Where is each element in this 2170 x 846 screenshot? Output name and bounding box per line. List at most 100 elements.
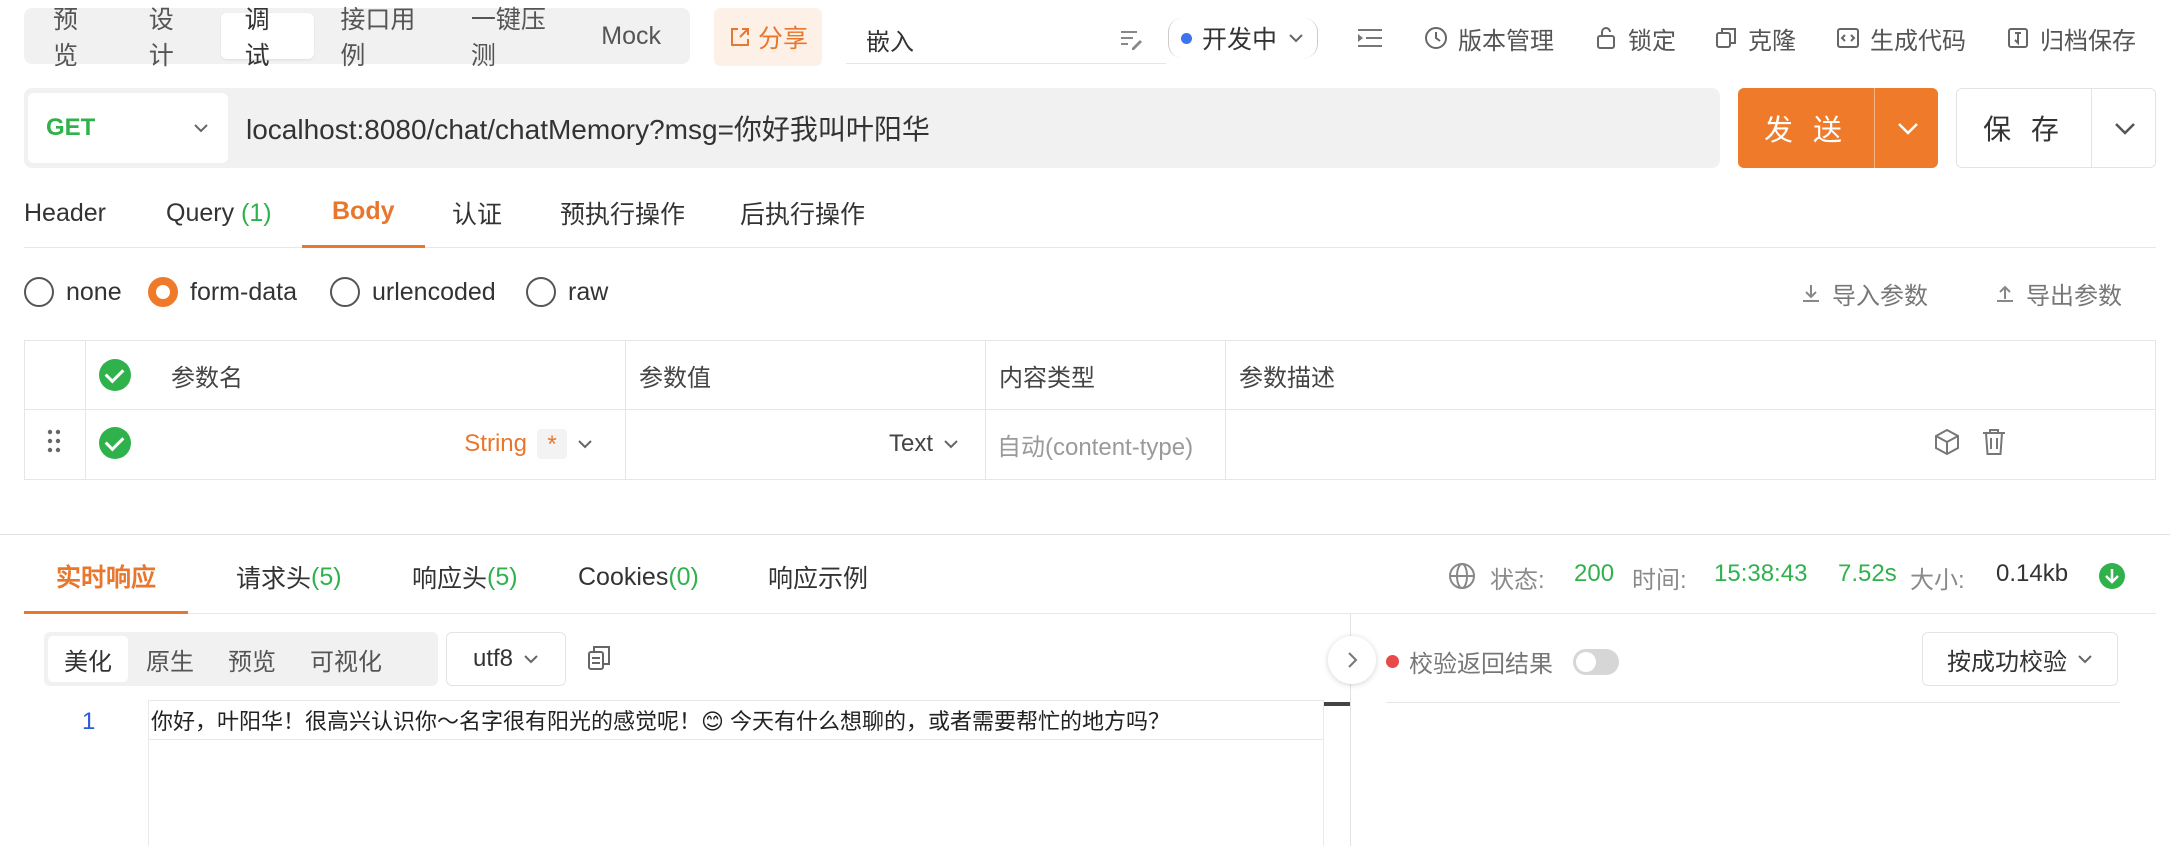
send-dropdown-icon[interactable]	[1895, 115, 1921, 141]
radio-raw-label: raw	[568, 277, 609, 306]
size-label: 大小:	[1910, 567, 1965, 594]
value-type-select[interactable]: Text	[625, 409, 985, 479]
status-code: 200	[1574, 560, 1615, 587]
params-table: 参数名 参数值 内容类型 参数描述 String * Text 自动(conte…	[24, 340, 2156, 480]
response-body-line: 你好，叶阳华！很高兴认识你～名字很有阳光的感觉呢！😊 今天有什么想聊的，或者需要…	[148, 700, 1324, 740]
content-type-input[interactable]: 自动(content-type)	[997, 409, 1193, 479]
response-tabs: 实时响应 请求头 (5) 响应头 (5) Cookies (0) 响应示例	[24, 540, 2156, 614]
value-type-label: Text	[888, 430, 933, 457]
tab-header[interactable]: Header	[24, 178, 106, 248]
tab-test-cases[interactable]: 接口用例	[316, 6, 444, 70]
delete-icon[interactable]	[1981, 427, 2007, 457]
globe-icon[interactable]	[1448, 562, 1476, 590]
radio-none-label: none	[66, 277, 122, 306]
resp-headers-label: 响应头	[412, 565, 488, 593]
tab-query[interactable]: Query (1)	[166, 178, 272, 248]
url-input[interactable]: localhost:8080/chat/chatMemory?msg=你好我叫叶…	[246, 88, 930, 168]
lock-label: 锁定	[1628, 27, 1676, 55]
tab-mock[interactable]: Mock	[577, 13, 685, 59]
validation-divider	[1386, 702, 2120, 703]
response-size: 0.14kb	[1996, 560, 2069, 587]
chevron-down-icon	[578, 440, 592, 449]
import-label: 导入参数	[1832, 283, 1928, 310]
tab-auth[interactable]: 认证	[452, 178, 502, 248]
radio-none[interactable]: none	[24, 277, 122, 307]
chevron-down-icon	[1289, 34, 1303, 43]
save-label: 保 存	[1983, 114, 2065, 145]
required-toggle[interactable]: *	[537, 429, 567, 459]
archive-label: 归档保存	[2040, 27, 2136, 55]
clone-label: 克隆	[1748, 27, 1796, 55]
import-params-button[interactable]: 导入参数	[1800, 276, 1928, 311]
radio-urlencoded[interactable]: urlencoded	[330, 277, 496, 307]
edit-icon[interactable]	[1118, 26, 1144, 52]
chevron-down-icon	[944, 440, 958, 449]
tab-live-response[interactable]: 实时响应	[24, 540, 189, 614]
section-divider	[0, 534, 2170, 535]
line-number: 1	[82, 708, 96, 735]
method-label: GET	[46, 114, 96, 141]
version-button[interactable]: 版本管理	[1424, 16, 1554, 60]
archive-button[interactable]: 归档保存	[2006, 16, 2136, 60]
cube-icon[interactable]	[1933, 427, 1961, 457]
select-all-checkbox[interactable]	[99, 359, 131, 391]
tab-raw[interactable]: 原生	[130, 636, 210, 682]
save-dropdown-icon[interactable]	[2112, 115, 2138, 141]
validate-response: 校验返回结果	[1386, 644, 1619, 679]
generate-code-button[interactable]: 生成代码	[1836, 16, 1966, 60]
validation-mode-select[interactable]: 按成功校验	[1922, 632, 2118, 686]
tab-load-test[interactable]: 一键压测	[447, 6, 575, 70]
param-type-select[interactable]: String *	[121, 409, 621, 479]
tab-request-headers[interactable]: 请求头 (5)	[236, 540, 342, 614]
export-label: 导出参数	[2026, 283, 2122, 310]
scroll-indicator[interactable]	[1324, 702, 1350, 706]
radio-circle	[24, 277, 54, 307]
radio-form-data[interactable]: form-data	[148, 277, 297, 307]
copy-icon[interactable]	[586, 644, 612, 672]
tab-pre-actions[interactable]: 预执行操作	[560, 178, 685, 248]
encoding-select[interactable]: utf8	[446, 632, 566, 686]
share-button[interactable]: 分享	[714, 8, 822, 66]
radio-form-data-label: form-data	[190, 277, 297, 306]
format-tabs: 美化 原生 预览 可视化	[44, 632, 438, 686]
col-divider	[85, 341, 86, 479]
env-status-dot	[1181, 32, 1192, 44]
resp-headers-count: (5)	[487, 562, 518, 591]
clone-button[interactable]: 克隆	[1714, 16, 1796, 60]
validate-label: 校验返回结果	[1409, 651, 1553, 678]
tab-preview[interactable]: 预览	[212, 636, 292, 682]
radio-circle-selected	[148, 277, 178, 307]
header-param-name: 参数名	[171, 364, 243, 392]
send-button[interactable]: 发 送	[1738, 88, 1938, 168]
chevron-down-icon	[2078, 655, 2092, 664]
request-tabs: Header Query (1) Body 认证 预执行操作 后执行操作	[24, 178, 2156, 248]
validate-toggle[interactable]	[1573, 648, 1619, 675]
env-list-icon[interactable]	[1356, 24, 1384, 52]
share-label: 分享	[757, 25, 808, 53]
tab-body[interactable]: Body	[302, 178, 425, 248]
chevron-down-icon	[524, 655, 538, 664]
collapse-panel-button[interactable]	[1328, 636, 1376, 684]
tab-preview[interactable]: 预 览	[29, 6, 123, 70]
tab-cookies[interactable]: Cookies (0)	[578, 540, 699, 614]
export-params-button[interactable]: 导出参数	[1994, 276, 2122, 311]
tab-response-example[interactable]: 响应示例	[768, 540, 868, 614]
tab-response-headers[interactable]: 响应头 (5)	[412, 540, 518, 614]
environment-select[interactable]: 开发中	[1168, 18, 1319, 58]
header-description: 参数描述	[1239, 364, 1335, 392]
tab-post-actions[interactable]: 后执行操作	[740, 178, 865, 248]
method-select[interactable]: GET	[28, 93, 228, 163]
tab-design[interactable]: 设 计	[125, 6, 219, 70]
radio-raw[interactable]: raw	[526, 277, 608, 307]
lock-button[interactable]: 锁定	[1594, 16, 1676, 60]
status-label: 状态:	[1490, 567, 1545, 594]
tab-beautify[interactable]: 美化	[48, 636, 128, 682]
tab-visualize[interactable]: 可视化	[294, 636, 398, 682]
save-button[interactable]: 保 存	[1956, 88, 2156, 168]
send-divider	[1874, 88, 1875, 168]
share-icon	[730, 28, 749, 46]
download-response-icon[interactable]	[2098, 562, 2126, 590]
tab-debug[interactable]: 调 试	[220, 6, 315, 70]
drag-handle-icon[interactable]	[45, 427, 63, 455]
param-type-label: String	[464, 430, 527, 457]
